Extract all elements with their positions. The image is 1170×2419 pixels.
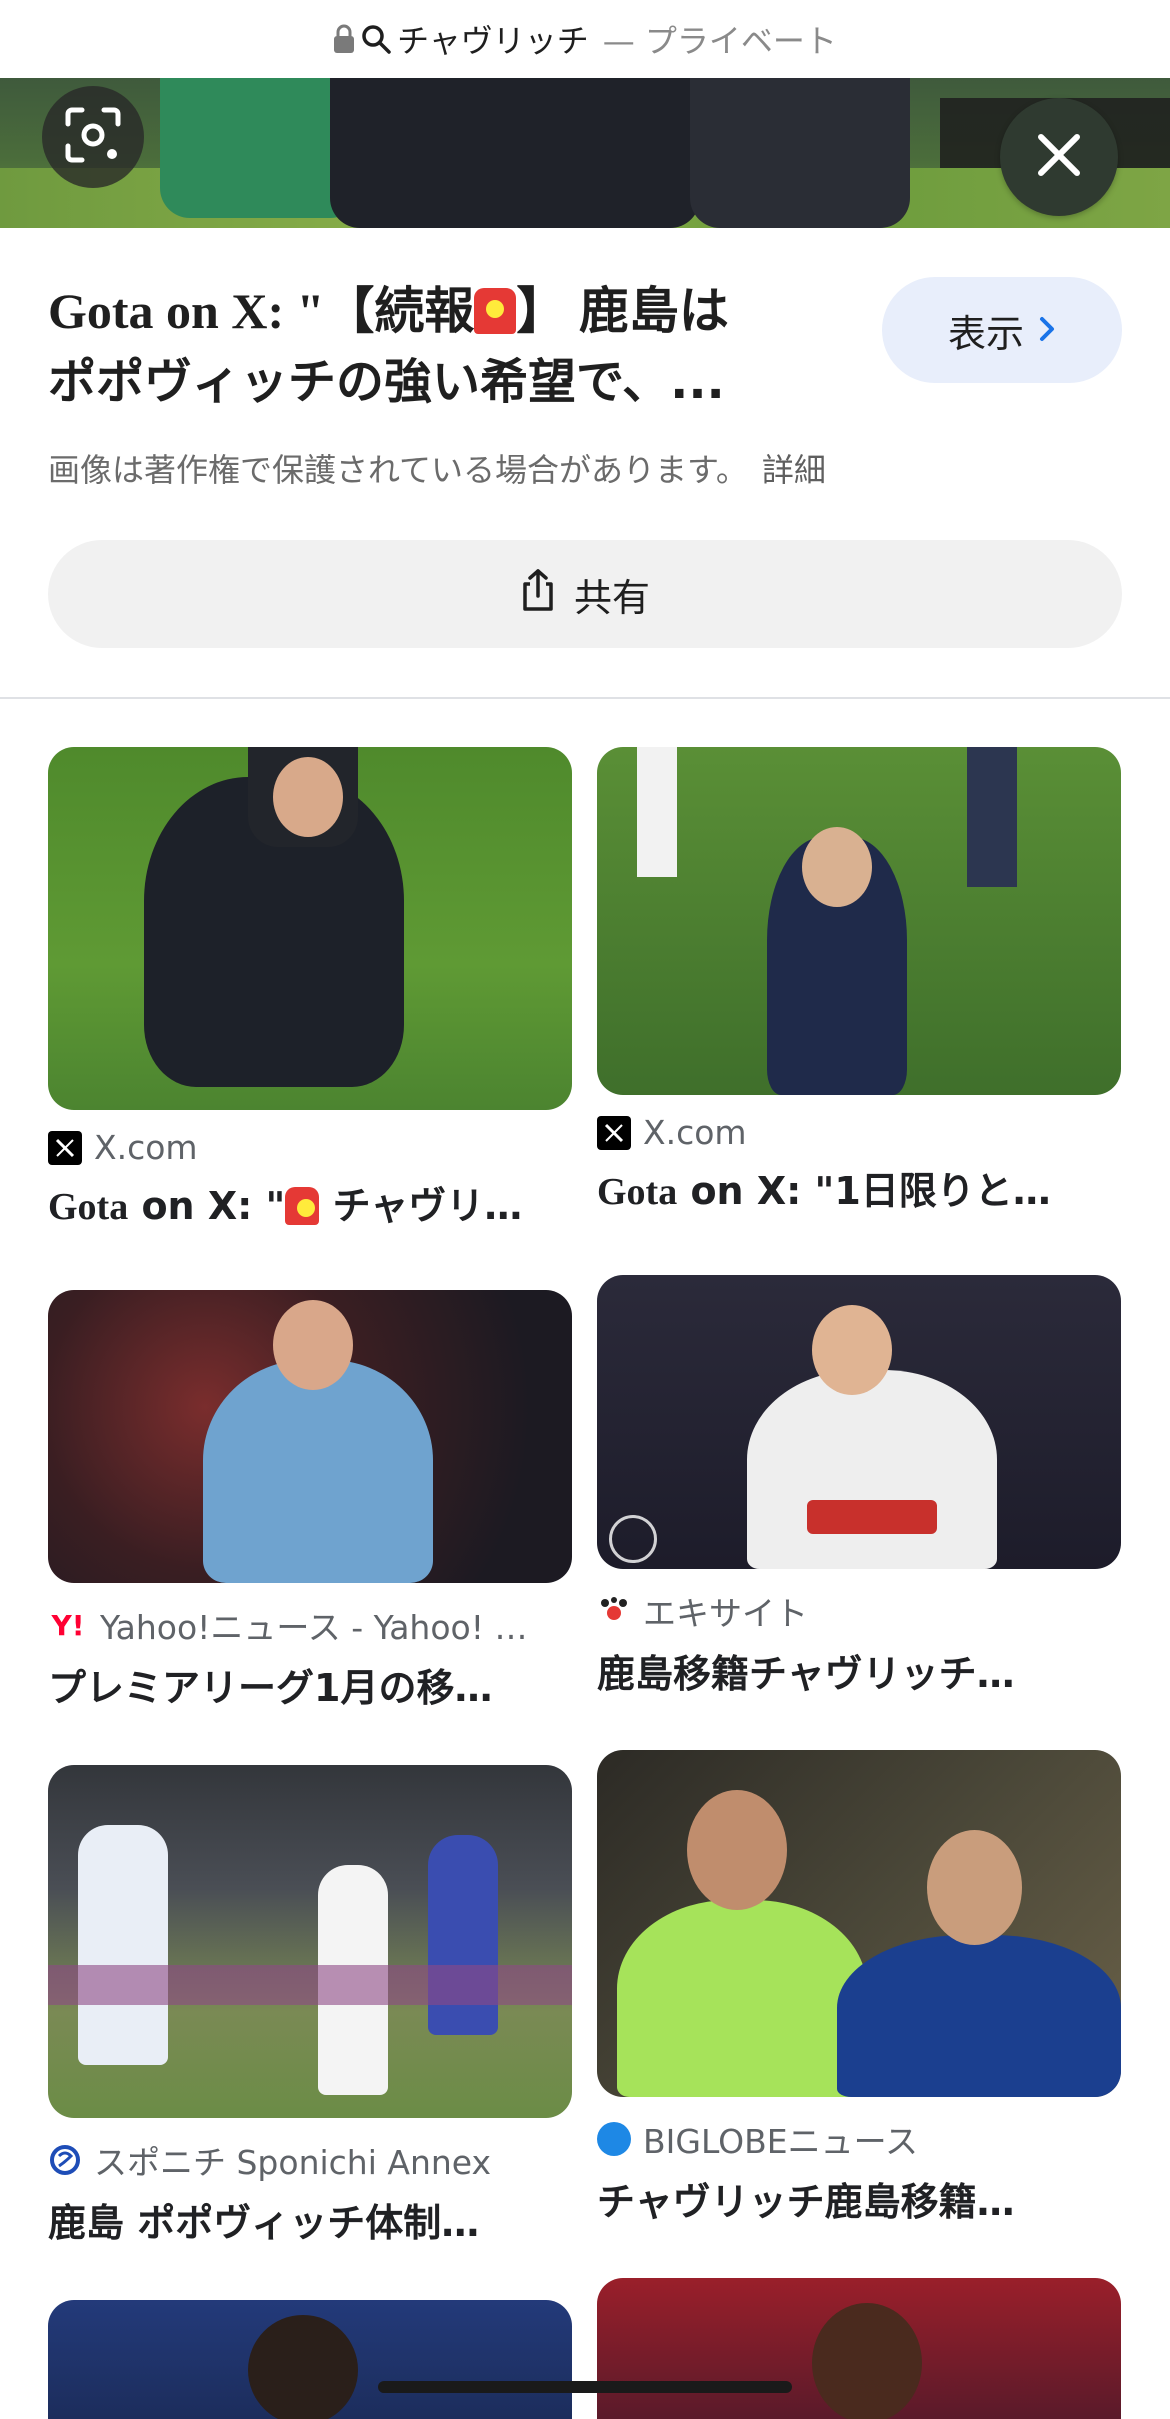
result-caption[interactable]: チャヴリッチ鹿島移籍… [597,2171,1121,2226]
view-button[interactable]: 表示 [882,277,1122,383]
result-card[interactable]: X.com Gota on X: "1日限りと… [597,747,1121,1215]
title-text-line2: ポポヴィッチの強い希望で、... [48,354,725,410]
lock-icon [333,24,355,54]
caption-part: Gota [48,1186,129,1228]
result-caption[interactable]: 鹿島移籍チャヴリッチ… [597,1643,1121,1698]
result-thumbnail[interactable] [597,1750,1121,2097]
caption-part: on X: " [128,1184,286,1228]
yahoo-logo-icon: Y! [51,1608,85,1642]
result-source-name: スポニチ Sponichi Annex [94,2143,492,2182]
biglobe-logo-icon [597,2122,631,2156]
image-title[interactable]: Gota on X: "【続報】 鹿島は ポポヴィッチの強い希望で、... [48,276,848,417]
result-source: X.com [597,1113,1121,1152]
home-indicator[interactable] [378,2381,792,2393]
result-caption[interactable]: Gota on X: "1日限りと… [597,1160,1121,1215]
browsing-mode: — プライベート [602,22,837,60]
result-card[interactable] [597,2278,1121,2419]
share-icon [520,568,556,621]
result-thumbnail[interactable] [48,1765,572,2118]
result-card[interactable]: エキサイト 鹿島移籍チャヴリッチ… [597,1275,1121,1698]
preview-image [0,78,1170,228]
result-source: BIGLOBEニュース [597,2115,1121,2163]
caption-part: Gota [597,1171,678,1213]
result-card[interactable] [48,2300,572,2419]
copyright-details-link[interactable]: 詳細 [762,451,826,489]
share-button-label: 共有 [573,575,650,620]
search-query: チャヴリッチ [397,22,589,60]
result-source: エキサイト [597,1587,1121,1635]
x-logo-icon [48,1130,82,1165]
result-source-name: Yahoo!ニュース - Yahoo! … [100,1608,528,1647]
result-source: スポニチ Sponichi Annex [48,2136,572,2184]
result-source-name: BIGLOBEニュース [643,2122,918,2161]
result-card[interactable]: スポニチ Sponichi Annex 鹿島 ポポヴィッチ体制… [48,1765,572,2247]
result-card[interactable]: X.com Gota on X: " チャヴリ… [48,747,572,1230]
caption-part: on X: "1日限りと… [677,1169,1051,1213]
lens-button[interactable] [42,86,144,188]
x-logo-icon [597,1115,631,1150]
result-source-name: X.com [94,1128,198,1167]
title-text-a: Gota on X: "【続報 [48,283,475,339]
share-button[interactable]: 共有 [48,540,1122,648]
result-thumbnail[interactable] [597,2278,1121,2419]
result-thumbnail[interactable] [48,747,572,1110]
lens-icon [64,106,122,168]
result-source-name: X.com [643,1113,747,1152]
close-button[interactable] [1000,98,1118,216]
chevron-right-icon [1038,308,1056,352]
result-thumbnail[interactable] [597,1275,1121,1569]
title-text-b: 】 鹿島は [516,283,729,339]
result-source: Y! Yahoo!ニュース - Yahoo! … [48,1601,572,1649]
section-divider [0,697,1170,699]
result-thumbnail[interactable] [597,747,1121,1095]
address-bar[interactable]: チャヴリッチ — プライベート [0,0,1170,79]
excite-logo-icon [597,1594,631,1628]
sponichi-logo-icon [48,2143,82,2177]
copyright-notice: 画像は著作権で保護されている場合があります。 詳細 [48,445,826,491]
result-source: X.com [48,1128,572,1167]
search-icon [361,24,391,54]
copyright-text: 画像は著作権で保護されている場合があります。 [48,451,748,489]
siren-emoji-icon [285,1187,320,1225]
result-thumbnail[interactable] [48,1290,572,1583]
result-card[interactable]: BIGLOBEニュース チャヴリッチ鹿島移籍… [597,1750,1121,2226]
result-caption[interactable]: プレミアリーグ1月の移… [48,1657,572,1712]
result-caption[interactable]: 鹿島 ポポヴィッチ体制… [48,2192,572,2247]
result-thumbnail[interactable] [48,2300,572,2419]
view-button-label: 表示 [947,311,1024,356]
caption-part: チャヴリ… [319,1184,523,1228]
result-caption[interactable]: Gota on X: " チャヴリ… [48,1175,572,1230]
close-icon [1037,133,1081,181]
result-source-name: エキサイト [643,1594,808,1633]
result-card[interactable]: Y! Yahoo!ニュース - Yahoo! … プレミアリーグ1月の移… [48,1290,572,1712]
siren-emoji-icon [474,288,517,334]
